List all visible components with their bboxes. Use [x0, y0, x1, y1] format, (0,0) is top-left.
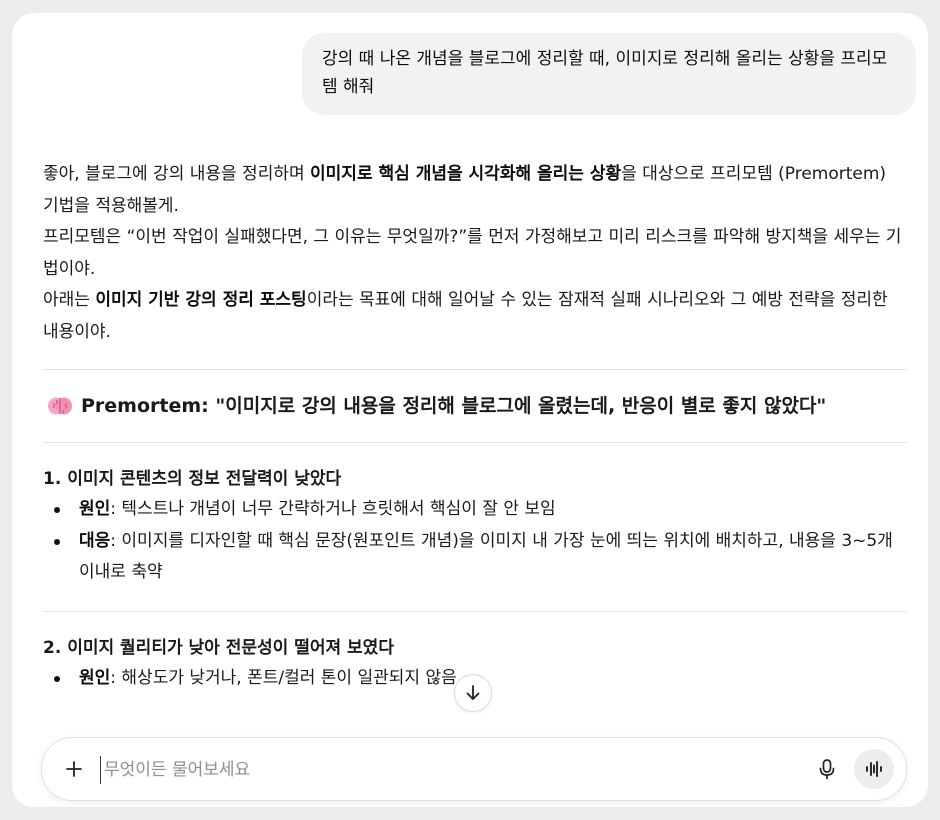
section-title: 2. 이미지 퀄리티가 낮아 전문성이 떨어져 보였다: [43, 637, 394, 658]
bullet-text: : 텍스트나 개념이 너무 간략하거나 흐릿해서 핵심이 잘 안 보임: [110, 499, 556, 519]
divider: [43, 442, 907, 443]
premortem-heading-text: Premortem: "이미지로 강의 내용을 정리해 블로그에 올렸는데, 반…: [81, 395, 827, 417]
dictate-button[interactable]: [812, 754, 842, 784]
list-item: 대응: 이미지를 디자인할 때 핵심 문장(원포인트 개념)을 이미지 내 가장…: [43, 526, 907, 589]
user-message-bubble: 강의 때 나온 개념을 블로그에 정리할 때, 이미지로 정리해 올리는 상황을…: [302, 33, 916, 115]
chat-window: 강의 때 나온 개념을 블로그에 정리할 때, 이미지로 정리해 올리는 상황을…: [12, 13, 928, 807]
brain-icon: [48, 397, 72, 415]
divider: [43, 610, 907, 612]
intro-bold: 이미지로 핵심 개념을 시각화해 올리는 상황: [310, 164, 622, 184]
bullet-label: 원인: [79, 667, 111, 688]
bullet-label: 원인: [79, 499, 111, 519]
divider: [43, 369, 907, 370]
answer-intro-1: 좋아, 블로그에 강의 내용을 정리하며 이미지로 핵심 개념을 시각화해 올리…: [43, 159, 907, 222]
attach-button[interactable]: [58, 753, 90, 785]
voice-waveform-icon: [866, 761, 882, 777]
answer-intro-3: 이미지 기반 강의 정리 포스팅아래는 이미지 기반 강의 정리 포스팅이라는 …: [43, 285, 907, 348]
bullet-label: 대응: [79, 530, 111, 551]
bullet-text: : 해상도가 낮거나, 폰트/컬러 톤이 일관되지 않음: [110, 667, 457, 688]
microphone-icon: [819, 759, 835, 780]
assistant-answer: 좋아, 블로그에 강의 내용을 정리하며 이미지로 핵심 개념을 시각화해 올리…: [43, 159, 907, 694]
intro-text: 좋아, 블로그에 강의 내용을 정리하며: [43, 164, 311, 184]
arrow-down-icon: [466, 685, 480, 700]
prompt-input[interactable]: [100, 756, 746, 784]
section-title: 1. 이미지 콘텐츠의 정보 전달력이 낮았다: [43, 469, 342, 489]
premortem-heading: Premortem: "이미지로 강의 내용을 정리해 블로그에 올렸는데, 반…: [43, 391, 907, 421]
voice-mode-button[interactable]: [854, 749, 894, 789]
bullet-text: : 이미지를 디자인할 때 핵심 문장(원포인트 개념)을 이미지 내 가장 눈…: [79, 530, 893, 583]
intro-text: 아래는: [43, 290, 96, 310]
scroll-to-bottom-button[interactable]: [454, 674, 492, 712]
list-item: 원인: 텍스트나 개념이 너무 간략하거나 흐릿해서 핵심이 잘 안 보임: [43, 494, 907, 526]
answer-intro-2: 프리모템은 “이번 작업이 실패했다면, 그 이유는 무엇일까?”를 먼저 가정…: [43, 227, 902, 279]
plus-icon: [66, 761, 82, 777]
intro-bold: 이미지 기반 강의 정리 포스팅: [95, 290, 307, 310]
user-message-text: 강의 때 나온 개념을 블로그에 정리할 때, 이미지로 정리해 올리는 상황을…: [322, 49, 888, 97]
message-composer: [41, 737, 907, 801]
bullet-list: 원인: 텍스트나 개념이 너무 간략하거나 흐릿해서 핵심이 잘 안 보임 대응…: [43, 494, 907, 589]
